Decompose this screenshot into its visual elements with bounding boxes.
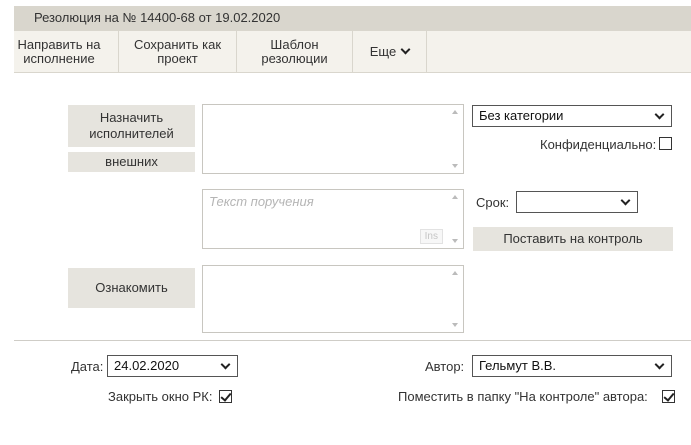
- deadline-label: Срок:: [476, 195, 510, 210]
- footer-divider: [14, 340, 691, 341]
- category-select[interactable]: Без категории: [472, 105, 672, 127]
- scroll-up-icon[interactable]: [452, 195, 458, 199]
- confidential-label: Конфиденциально:: [540, 137, 657, 152]
- window-title-bar: Резолюция на № 14400-68 от 19.02.2020: [14, 6, 691, 31]
- toolbar: Направить на исполнение Сохранить как пр…: [14, 31, 691, 73]
- save-as-draft-button[interactable]: Сохранить как проект: [119, 31, 237, 72]
- close-window-label: Закрыть окно РК:: [108, 389, 213, 404]
- task-text-placeholder: Текст поручения: [209, 194, 314, 209]
- put-on-control-button[interactable]: Поставить на контроль: [473, 227, 673, 251]
- familiarize-button[interactable]: Ознакомить: [68, 268, 195, 308]
- assign-executors-button[interactable]: Назначить исполнителей: [68, 105, 195, 147]
- resolution-template-button[interactable]: Шаблон резолюции: [237, 31, 353, 72]
- familiarize-field[interactable]: [202, 265, 464, 333]
- date-label: Дата:: [71, 359, 104, 374]
- scroll-down-icon[interactable]: [452, 239, 458, 243]
- author-value: Гельмут В.В.: [479, 358, 557, 373]
- control-folder-label: Поместить в папку "На контроле" автора:: [398, 389, 648, 404]
- category-value: Без категории: [479, 108, 564, 123]
- author-select[interactable]: Гельмут В.В.: [472, 355, 672, 377]
- scroll-down-icon[interactable]: [452, 323, 458, 327]
- chevron-down-icon: [620, 195, 631, 206]
- task-text-field[interactable]: Текст поручения Ins: [202, 189, 464, 249]
- author-label: Автор:: [425, 359, 465, 374]
- confidential-checkbox[interactable]: [659, 137, 672, 150]
- scroll-up-icon[interactable]: [452, 271, 458, 275]
- scroll-down-icon[interactable]: [452, 164, 458, 168]
- executors-scrollbar[interactable]: [447, 105, 463, 173]
- date-value: 24.02.2020: [114, 358, 180, 373]
- send-for-execution-button[interactable]: Направить на исполнение: [0, 31, 119, 72]
- date-select[interactable]: 24.02.2020: [107, 355, 238, 377]
- close-window-checkbox[interactable]: [219, 390, 232, 403]
- chevron-down-icon: [654, 359, 665, 370]
- executors-field[interactable]: [202, 104, 464, 174]
- familiarize-scrollbar[interactable]: [447, 266, 463, 332]
- chevron-down-icon: [220, 359, 231, 370]
- chevron-down-icon: [400, 44, 411, 55]
- scroll-up-icon[interactable]: [452, 110, 458, 114]
- window-title: Резолюция на № 14400-68 от 19.02.2020: [34, 10, 281, 25]
- chevron-down-icon: [654, 109, 665, 120]
- deadline-select[interactable]: [516, 191, 638, 213]
- task-scrollbar[interactable]: [447, 190, 463, 248]
- control-folder-checkbox[interactable]: [662, 390, 675, 403]
- more-menu-button[interactable]: Еще: [353, 31, 427, 72]
- more-menu-label: Еще: [369, 43, 397, 59]
- external-executors-button[interactable]: внешних: [68, 152, 195, 172]
- insert-button[interactable]: Ins: [419, 229, 443, 244]
